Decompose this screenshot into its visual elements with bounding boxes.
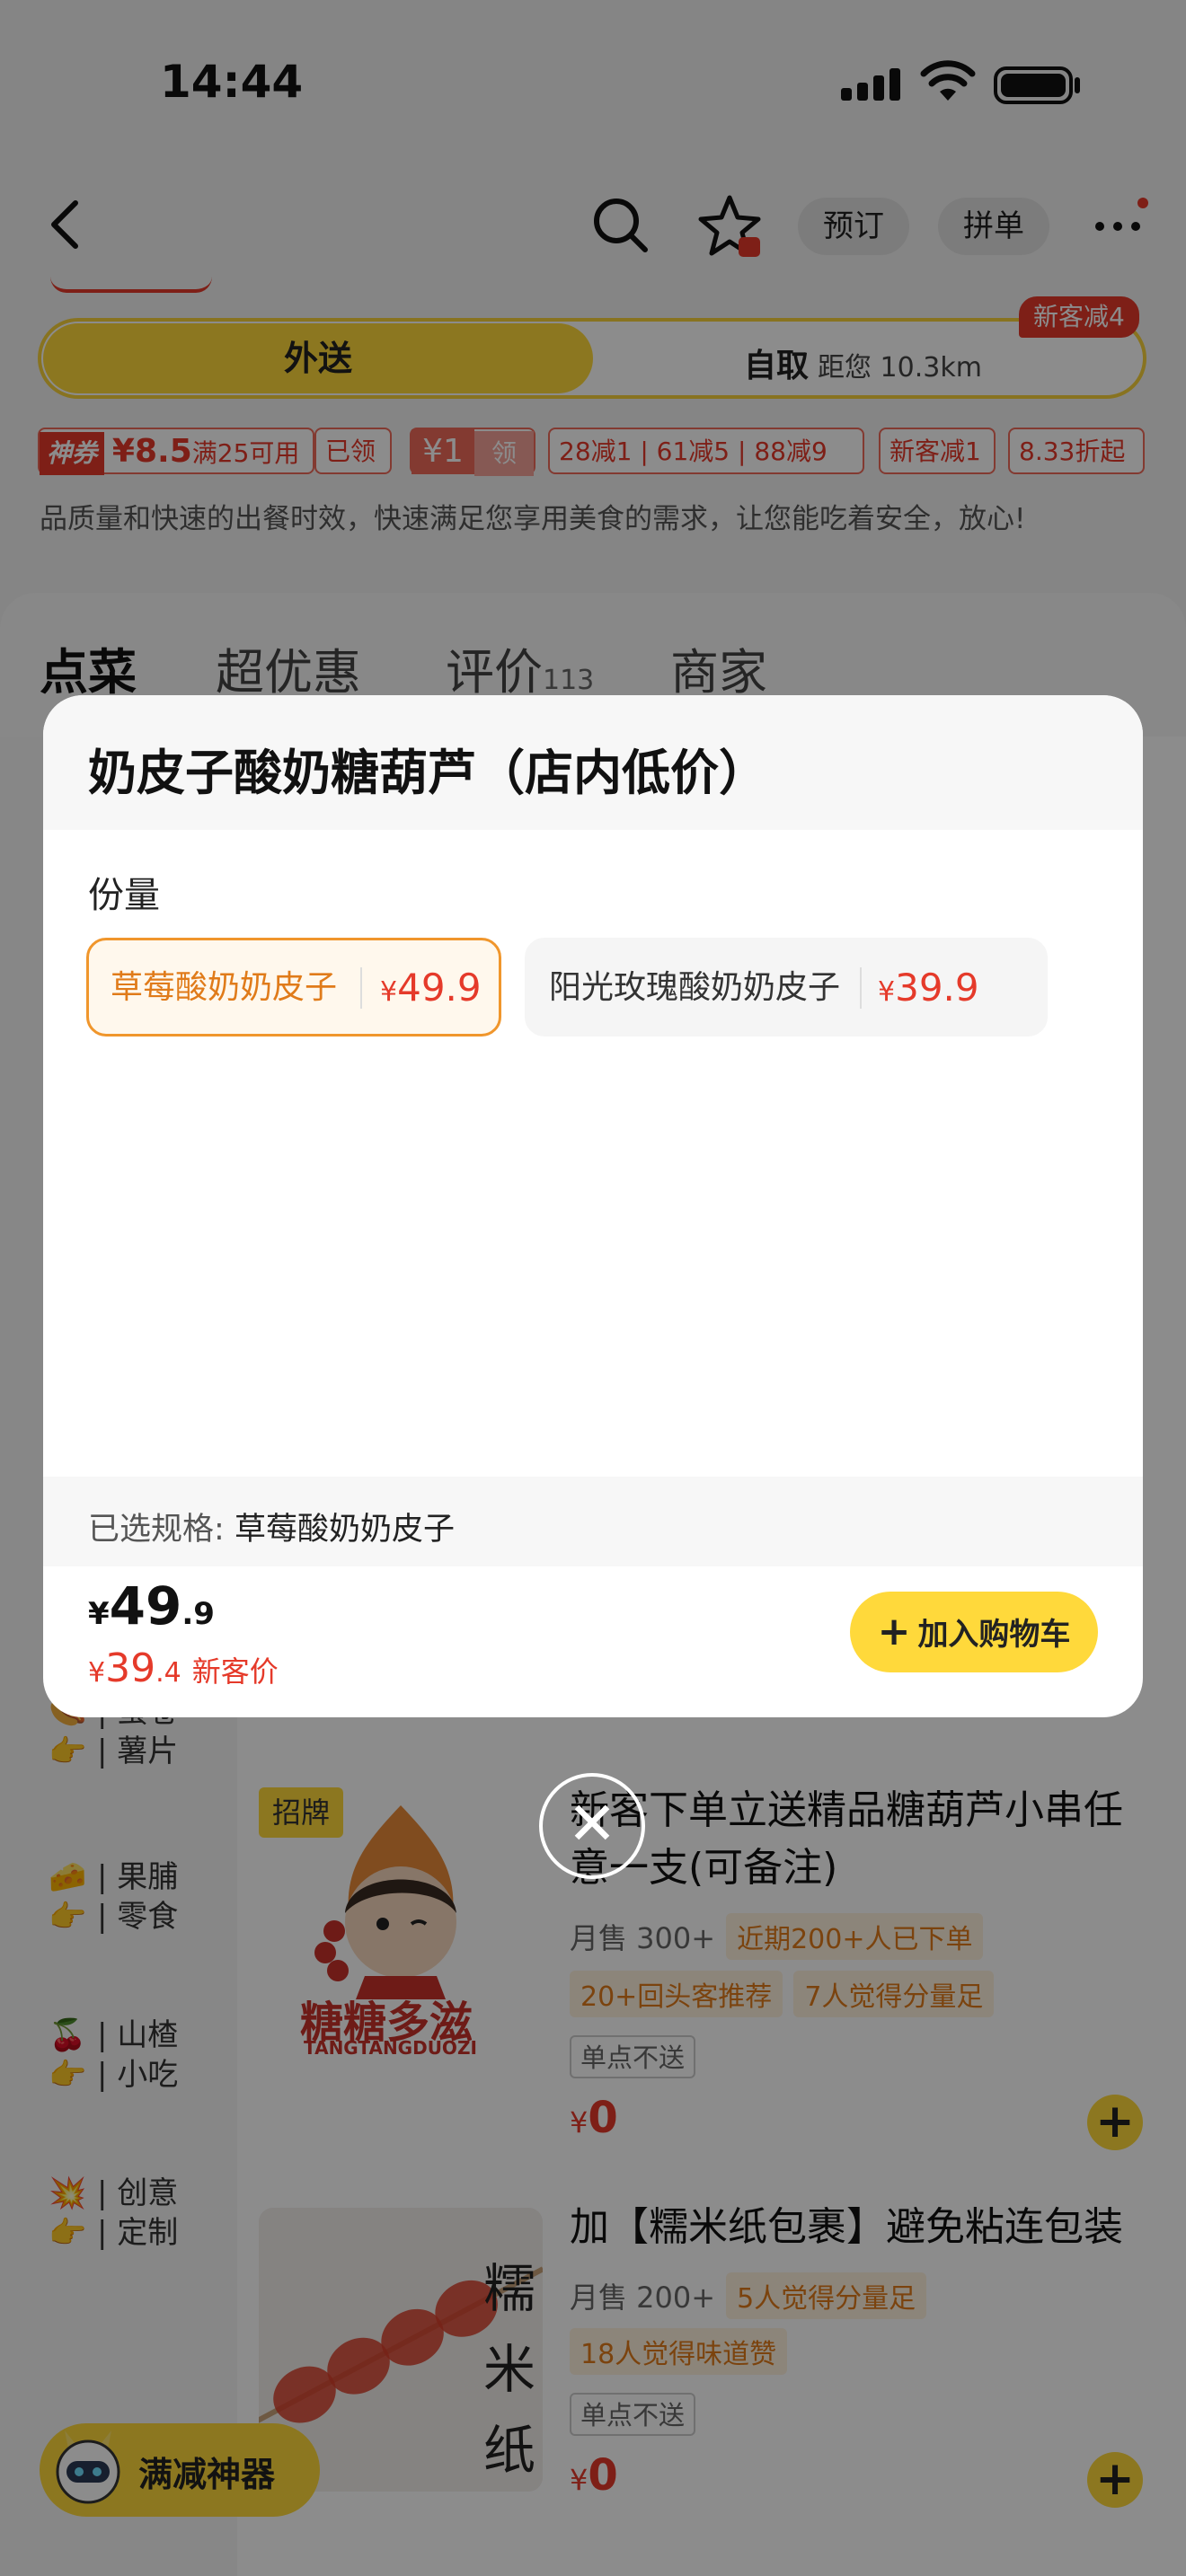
option-strawberry[interactable]: 草莓酸奶奶皮子 ¥49.9 xyxy=(86,938,501,1037)
new-customer-tag: 新客价 xyxy=(191,1654,279,1689)
modal-title: 奶皮子酸奶糖葫芦（店内低价） xyxy=(88,745,767,801)
new-customer-price: ¥39.4 新客价 xyxy=(88,1645,279,1691)
plus-icon: + xyxy=(877,1609,911,1654)
option-price: ¥49.9 xyxy=(380,940,482,1040)
option-divider xyxy=(860,967,862,1009)
price-decimal: .4 xyxy=(155,1657,181,1689)
option-divider xyxy=(360,967,362,1009)
price-integer: 39 xyxy=(105,1645,156,1691)
currency: ¥ xyxy=(88,1596,110,1632)
spec-selection-modal: 奶皮子酸奶糖葫芦（店内低价） 份量 草莓酸奶奶皮子 ¥49.9 阳光玫瑰酸奶奶皮… xyxy=(43,695,1143,1717)
selected-spec-value: 草莓酸奶奶皮子 xyxy=(234,1512,455,1548)
option-price: ¥39.9 xyxy=(878,940,979,1040)
selected-spec-label: 已选规格: xyxy=(88,1512,225,1548)
currency: ¥ xyxy=(88,1657,106,1689)
modal-price: ¥49.9 xyxy=(88,1575,215,1636)
add-to-cart-label: 加入购物车 xyxy=(917,1617,1071,1653)
price-decimal: .9 xyxy=(181,1596,215,1632)
price-value: 49.9 xyxy=(397,966,482,1010)
currency: ¥ xyxy=(380,976,398,1008)
portion-section-label: 份量 xyxy=(88,875,160,916)
selected-spec: 已选规格: 草莓酸奶奶皮子 xyxy=(88,1504,455,1549)
add-to-cart-button[interactable]: + 加入购物车 xyxy=(850,1592,1098,1672)
option-name: 草莓酸奶奶皮子 xyxy=(111,969,338,1006)
price-value: 39.9 xyxy=(895,966,979,1010)
option-shine-muscat[interactable]: 阳光玫瑰酸奶奶皮子 ¥39.9 xyxy=(525,938,1048,1037)
close-icon[interactable]: ✕ xyxy=(539,1773,645,1879)
price-integer: 49 xyxy=(109,1575,182,1636)
option-name: 阳光玫瑰酸奶奶皮子 xyxy=(549,969,841,1006)
currency: ¥ xyxy=(878,976,896,1008)
